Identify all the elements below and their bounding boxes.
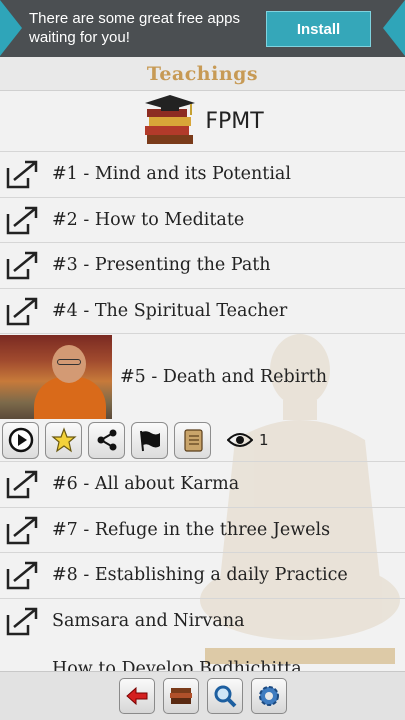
eye-icon: [227, 433, 253, 447]
play-icon: [8, 427, 33, 453]
install-button[interactable]: Install: [266, 11, 371, 47]
list-item[interactable]: #1 - Mind and its Potential: [0, 151, 405, 197]
notes-button[interactable]: [174, 421, 211, 459]
list-item-label: How to Develop Bodhichitta: [52, 659, 302, 671]
ad-decoration-left: [0, 0, 22, 56]
ad-text: There are some great free apps waiting f…: [29, 10, 240, 46]
list-item-partial[interactable]: How to Develop Bodhichitta: [0, 647, 405, 671]
view-count-value: 1: [259, 431, 269, 449]
item-action-toolbar: 1: [0, 419, 405, 461]
external-link-icon: [6, 206, 38, 234]
list-item-label: Samsara and Nirvana: [52, 610, 245, 631]
external-link-icon: [6, 297, 38, 325]
list-item[interactable]: Samsara and Nirvana: [0, 597, 405, 644]
share-button[interactable]: [88, 421, 125, 459]
list-item[interactable]: #2 - How to Meditate: [0, 196, 405, 243]
title-bar: Teachings: [0, 57, 405, 91]
list-item[interactable]: #7 - Refuge in the three Jewels: [0, 506, 405, 553]
favorite-button[interactable]: [45, 421, 82, 459]
external-link-icon: [6, 161, 38, 189]
back-button[interactable]: [118, 678, 155, 714]
view-count: 1: [227, 431, 269, 449]
external-link-icon: [6, 471, 38, 499]
back-arrow-icon: [125, 686, 147, 706]
library-button[interactable]: [162, 678, 199, 714]
books-graduation-icon: [145, 95, 196, 144]
list-item[interactable]: #6 - All about Karma: [0, 461, 405, 507]
list-item-label: #8 - Establishing a daily Practice: [52, 565, 348, 586]
star-icon: [50, 427, 77, 453]
list-item-label: #2 - How to Meditate: [52, 209, 245, 230]
ad-decoration-right: [383, 0, 405, 56]
teacher-thumbnail[interactable]: [0, 334, 112, 419]
flag-icon: [139, 430, 160, 452]
org-header: FPMT: [0, 92, 405, 150]
external-link-icon: [6, 562, 38, 590]
search-icon: [214, 685, 236, 708]
external-link-icon: [6, 607, 38, 635]
play-button[interactable]: [2, 421, 39, 459]
list-item-label: #6 - All about Karma: [52, 474, 240, 495]
list-item-label: #3 - Presenting the Path: [52, 255, 271, 276]
share-icon: [97, 429, 116, 451]
list-item-label: #4 - The Spiritual Teacher: [52, 300, 288, 321]
list-item-label: #7 - Refuge in the three Jewels: [52, 519, 331, 540]
list-item[interactable]: #8 - Establishing a daily Practice: [0, 552, 405, 598]
ad-banner[interactable]: There are some great free apps waiting f…: [0, 0, 405, 57]
settings-button[interactable]: [250, 678, 287, 714]
notebook-icon: [183, 429, 203, 452]
featured-item-label: #5 - Death and Rebirth: [120, 366, 327, 387]
bottom-nav: [0, 671, 405, 720]
books-icon: [169, 688, 192, 704]
org-name: FPMT: [205, 108, 264, 134]
search-button[interactable]: [206, 678, 243, 714]
featured-list-item[interactable]: #5 - Death and Rebirth: [0, 333, 405, 419]
page-title: Teachings: [146, 62, 259, 85]
list-item[interactable]: #4 - The Spiritual Teacher: [0, 287, 405, 334]
list-item-label: #1 - Mind and its Potential: [52, 164, 291, 185]
gear-icon: [258, 686, 279, 706]
teachings-list: #1 - Mind and its Potential #2 - How to …: [0, 151, 405, 643]
external-link-icon: [6, 252, 38, 280]
list-item[interactable]: #3 - Presenting the Path: [0, 242, 405, 288]
external-link-icon: [6, 516, 38, 544]
flag-button[interactable]: [131, 421, 168, 459]
